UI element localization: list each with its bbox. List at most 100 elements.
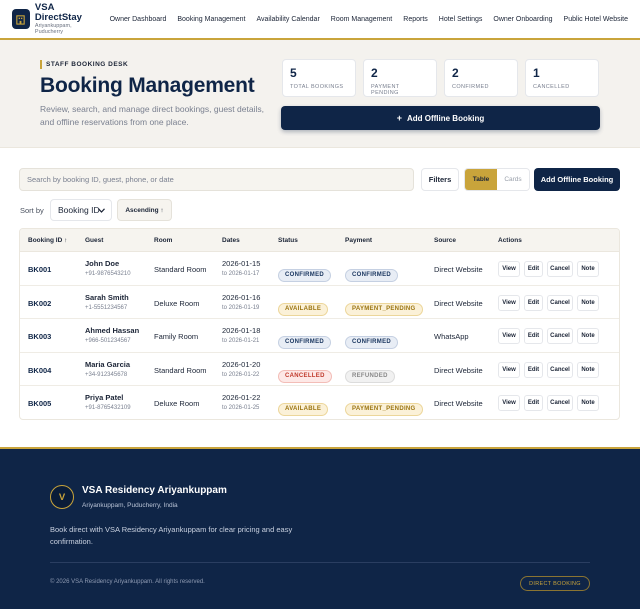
guest-cell: Sarah Smith +1-5551234567	[85, 293, 129, 311]
stat-label: TOTAL BOOKINGS	[290, 84, 344, 90]
edit-button[interactable]: Edit	[524, 294, 543, 311]
col-booking-id[interactable]: Booking ID ↑	[28, 237, 67, 244]
payment-cell: REFUNDED	[345, 364, 395, 383]
view-button[interactable]: View	[498, 294, 520, 311]
cancel-button[interactable]: Cancel	[547, 328, 573, 345]
dates-cell: 2026-01-15 to 2026-01-17	[222, 259, 260, 277]
booking-id: BK004	[28, 365, 52, 375]
footer-divider	[50, 562, 590, 563]
site-footer: V VSA Residency Ariyankuppam Ariyankuppa…	[0, 447, 640, 609]
stat-total-bookings: 5 TOTAL BOOKINGS	[282, 59, 356, 97]
note-button[interactable]: Note	[577, 395, 599, 412]
table-row: BK003 Ahmed Hassan +966-501234567 Family Ro…	[20, 319, 619, 353]
payment-cell: PAYMENT_PENDING	[345, 397, 423, 417]
sort-select-value: Booking ID	[58, 205, 100, 215]
footer-location: Ariyankuppam, Puducherry, India	[82, 502, 178, 509]
page-description: Review, search, and manage direct bookin…	[40, 104, 264, 127]
guest-name: Sarah Smith	[85, 292, 129, 302]
guest-phone: +34-912345678	[85, 371, 128, 378]
dates-cell: 2026-01-18 to 2026-01-21	[222, 326, 260, 344]
sort-select[interactable]: Booking ID	[50, 199, 112, 221]
add-offline-booking-button[interactable]: + Add Offline Booking	[281, 106, 600, 130]
check-in-date: 2026-01-22	[222, 393, 261, 403]
footer-logo: V	[50, 485, 74, 509]
note-button[interactable]: Note	[577, 294, 599, 311]
nav-availability-calendar[interactable]: Availability Calendar	[256, 16, 319, 23]
brand[interactable]: VSA DirectStay Ariyankuppam, Puducherry	[12, 3, 97, 35]
bookings-table: Booking ID ↑ Guest Room Dates Status Pay…	[19, 228, 620, 420]
nav-public-hotel-website[interactable]: Public Hotel Website	[564, 16, 628, 23]
room-type: Family Room	[154, 332, 199, 342]
col-dates: Dates	[222, 237, 240, 244]
stat-cancelled: 1 CANCELLED	[525, 59, 599, 97]
check-out-date: to 2026-01-25	[222, 405, 260, 412]
booking-source: Direct Website	[434, 399, 483, 409]
page-title: Booking Management	[40, 74, 255, 97]
edit-button[interactable]: Edit	[524, 361, 543, 378]
main-nav: Owner Dashboard Booking Management Avail…	[110, 16, 628, 23]
edit-button[interactable]: Edit	[524, 395, 543, 412]
guest-cell: John Doe +91-9876543210	[85, 259, 131, 277]
check-in-date: 2026-01-15	[222, 259, 261, 268]
status-cell: CONFIRMED	[278, 330, 332, 350]
brand-name: VSA DirectStay	[34, 2, 82, 23]
cancel-button[interactable]: Cancel	[547, 361, 573, 378]
cancel-button[interactable]: Cancel	[547, 261, 573, 277]
sort-label: Sort by	[20, 206, 44, 215]
status-cell: CONFIRMED	[278, 263, 332, 282]
add-offline-booking-label: Add Offline Booking	[406, 113, 485, 123]
stat-payment-pending: 2 PAYMENT PENDING	[363, 59, 437, 97]
check-in-date: 2026-01-20	[222, 359, 261, 369]
nav-booking-management[interactable]: Booking Management	[177, 16, 245, 23]
chevron-down-icon	[98, 208, 105, 213]
view-table-toggle[interactable]: Table	[465, 169, 497, 190]
edit-button[interactable]: Edit	[524, 328, 543, 345]
check-out-date: to 2026-01-22	[222, 371, 260, 378]
nav-owner-dashboard[interactable]: Owner Dashboard	[110, 16, 167, 23]
footer-description: Book direct with VSA Residency Ariyankup…	[50, 525, 293, 546]
col-source: Source	[434, 237, 457, 244]
note-button[interactable]: Note	[577, 361, 599, 378]
row-actions: View Edit Cancel Note	[498, 261, 599, 277]
payment-badge: REFUNDED	[345, 369, 395, 383]
nav-hotel-settings[interactable]: Hotel Settings	[439, 16, 483, 23]
booking-id: BK001	[28, 265, 52, 274]
guest-phone: +1-5551234567	[85, 304, 128, 311]
nav-room-management[interactable]: Room Management	[331, 16, 392, 23]
guest-name: Maria Garcia	[85, 359, 131, 369]
guest-cell: Maria Garcia +34-912345678	[85, 360, 130, 378]
filters-button[interactable]: Filters	[421, 168, 459, 191]
edit-button[interactable]: Edit	[524, 261, 543, 277]
view-cards-toggle[interactable]: Cards	[497, 169, 529, 190]
guest-cell: Priya Patel +91-8765432109	[85, 393, 131, 411]
view-toggle: Table Cards	[464, 168, 530, 191]
dates-cell: 2026-01-16 to 2026-01-19	[222, 293, 260, 311]
note-button[interactable]: Note	[577, 328, 599, 345]
nav-reports[interactable]: Reports	[403, 16, 428, 23]
view-button[interactable]: View	[498, 261, 520, 277]
add-offline-booking-toolbar-button[interactable]: Add Offline Booking	[534, 168, 620, 191]
col-actions: Actions	[498, 237, 522, 244]
table-row: BK002 Sarah Smith +1-5551234567 Deluxe Room…	[20, 286, 619, 320]
payment-badge: PAYMENT_PENDING	[345, 302, 423, 316]
view-button[interactable]: View	[498, 361, 520, 378]
view-button[interactable]: View	[498, 395, 520, 412]
brand-subtitle: Ariyankuppam, Puducherry	[34, 23, 72, 35]
status-badge: CANCELLED	[278, 369, 332, 383]
booking-source: Direct Website	[434, 365, 483, 375]
table-row: BK004 Maria Garcia +34-912345678 Standard R…	[20, 353, 619, 387]
view-button[interactable]: View	[498, 328, 520, 345]
sort-order-button[interactable]: Ascending ↑	[117, 199, 172, 221]
cancel-button[interactable]: Cancel	[547, 395, 573, 412]
search-input[interactable]	[19, 168, 414, 191]
check-in-date: 2026-01-18	[222, 326, 261, 336]
booking-source: Direct Website	[434, 265, 483, 274]
booking-id: BK002	[28, 298, 52, 308]
cancel-button[interactable]: Cancel	[547, 294, 573, 311]
booking-id: BK005	[28, 399, 52, 409]
nav-owner-onboarding[interactable]: Owner Onboarding	[493, 16, 552, 23]
guest-phone: +91-9876543210	[85, 271, 131, 277]
note-button[interactable]: Note	[577, 261, 599, 277]
col-payment: Payment	[345, 237, 373, 244]
status-badge: CONFIRMED	[278, 269, 332, 282]
